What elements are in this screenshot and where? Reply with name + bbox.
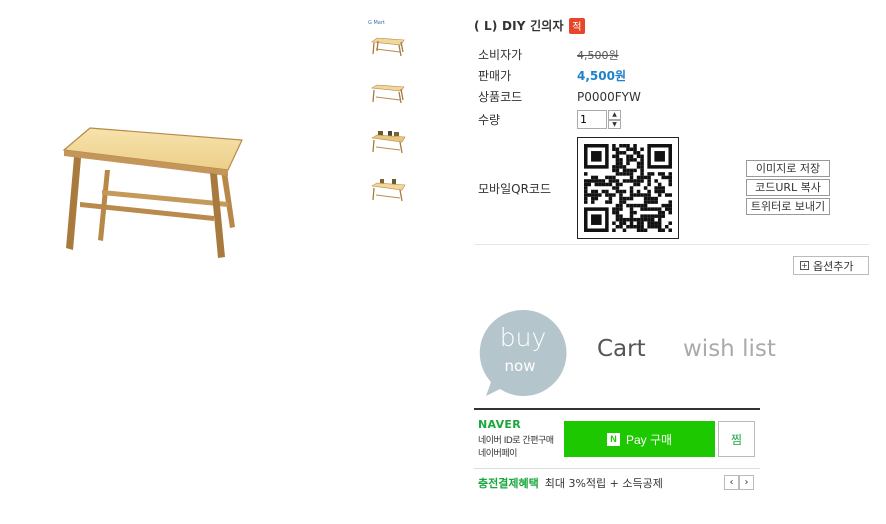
naver-n-icon: N: [606, 432, 620, 446]
points-badge: 적: [568, 17, 585, 34]
thumbnail-4[interactable]: [368, 176, 408, 206]
quantity-input[interactable]: [577, 110, 607, 129]
wish-list-button[interactable]: wish list: [683, 336, 776, 362]
naver-benefit-row: 충전결제혜택 최대 3%적립 + 소득공제: [478, 475, 663, 491]
section-divider: [474, 244, 869, 245]
naver-wishlist-button[interactable]: 찜: [718, 421, 755, 457]
thumbnail-1[interactable]: [368, 32, 408, 62]
buy-now-button[interactable]: [478, 308, 568, 398]
copy-url-button[interactable]: 코드URL 복사: [746, 179, 830, 196]
qr-code-icon: [584, 144, 672, 232]
quantity-up-icon[interactable]: ▲: [608, 110, 621, 120]
product-code-row: 상품코드 P0000FYW: [478, 88, 641, 105]
qr-label: 모바일QR코드: [478, 182, 551, 196]
chevron-left-icon[interactable]: ‹: [724, 475, 739, 490]
quantity-stepper: ▲ ▼: [577, 110, 621, 129]
quantity-down-icon[interactable]: ▼: [608, 119, 621, 129]
benefit-nav: ‹ ›: [724, 475, 754, 490]
sale-price-value: 4,500원: [577, 69, 626, 83]
product-code-value: P0000FYW: [577, 89, 641, 104]
product-title-row: ( L) DIY 긴의자 적: [474, 17, 585, 34]
naver-separator: [474, 468, 760, 469]
naver-description-1: 네이버 ID로 간편구매: [478, 436, 554, 446]
naver-pay-label: Pay 구매: [625, 432, 673, 447]
chevron-right-icon[interactable]: ›: [739, 475, 754, 490]
product-main-image: [62, 127, 243, 258]
cart-button[interactable]: Cart: [597, 336, 646, 362]
naver-description-2: 네이버페이: [478, 449, 517, 459]
quantity-label: 수량: [478, 113, 501, 127]
save-as-image-button[interactable]: 이미지로 저장: [746, 160, 830, 177]
consumer-price-row: 소비자가 4,500원: [478, 46, 619, 63]
thumbnail-brand-label: G Mart: [368, 20, 385, 26]
share-twitter-button[interactable]: 트위터로 보내기: [746, 198, 830, 215]
plus-icon: +: [800, 261, 809, 270]
sale-price-row: 판매가 4,500원: [478, 67, 626, 84]
thumbnail-2[interactable]: [368, 80, 408, 110]
sale-price-label: 판매가: [478, 69, 512, 83]
add-option-label: 옵션추가: [813, 259, 854, 273]
add-option-button[interactable]: + 옵션추가: [793, 256, 869, 275]
product-title: ( L) DIY 긴의자: [474, 19, 564, 33]
benefit-text: 최대 3%적립 + 소득공제: [544, 477, 663, 490]
naver-pay-button[interactable]: N Pay 구매: [564, 421, 715, 457]
buy-label: buy: [499, 323, 547, 352]
quantity-row: 수량 ▲ ▼: [478, 110, 621, 129]
qr-row: 모바일QR코드: [478, 180, 577, 197]
product-code-label: 상품코드: [478, 90, 523, 104]
benefit-label: 충전결제혜택: [478, 477, 539, 490]
consumer-price-label: 소비자가: [478, 48, 523, 62]
mobile-qr-code: [577, 137, 679, 239]
naver-pay-top-border: [474, 408, 760, 410]
naver-logo: NAVER: [478, 418, 521, 431]
now-label: now: [504, 357, 536, 375]
consumer-price-value: 4,500원: [577, 48, 619, 62]
thumbnail-3[interactable]: [368, 128, 408, 158]
